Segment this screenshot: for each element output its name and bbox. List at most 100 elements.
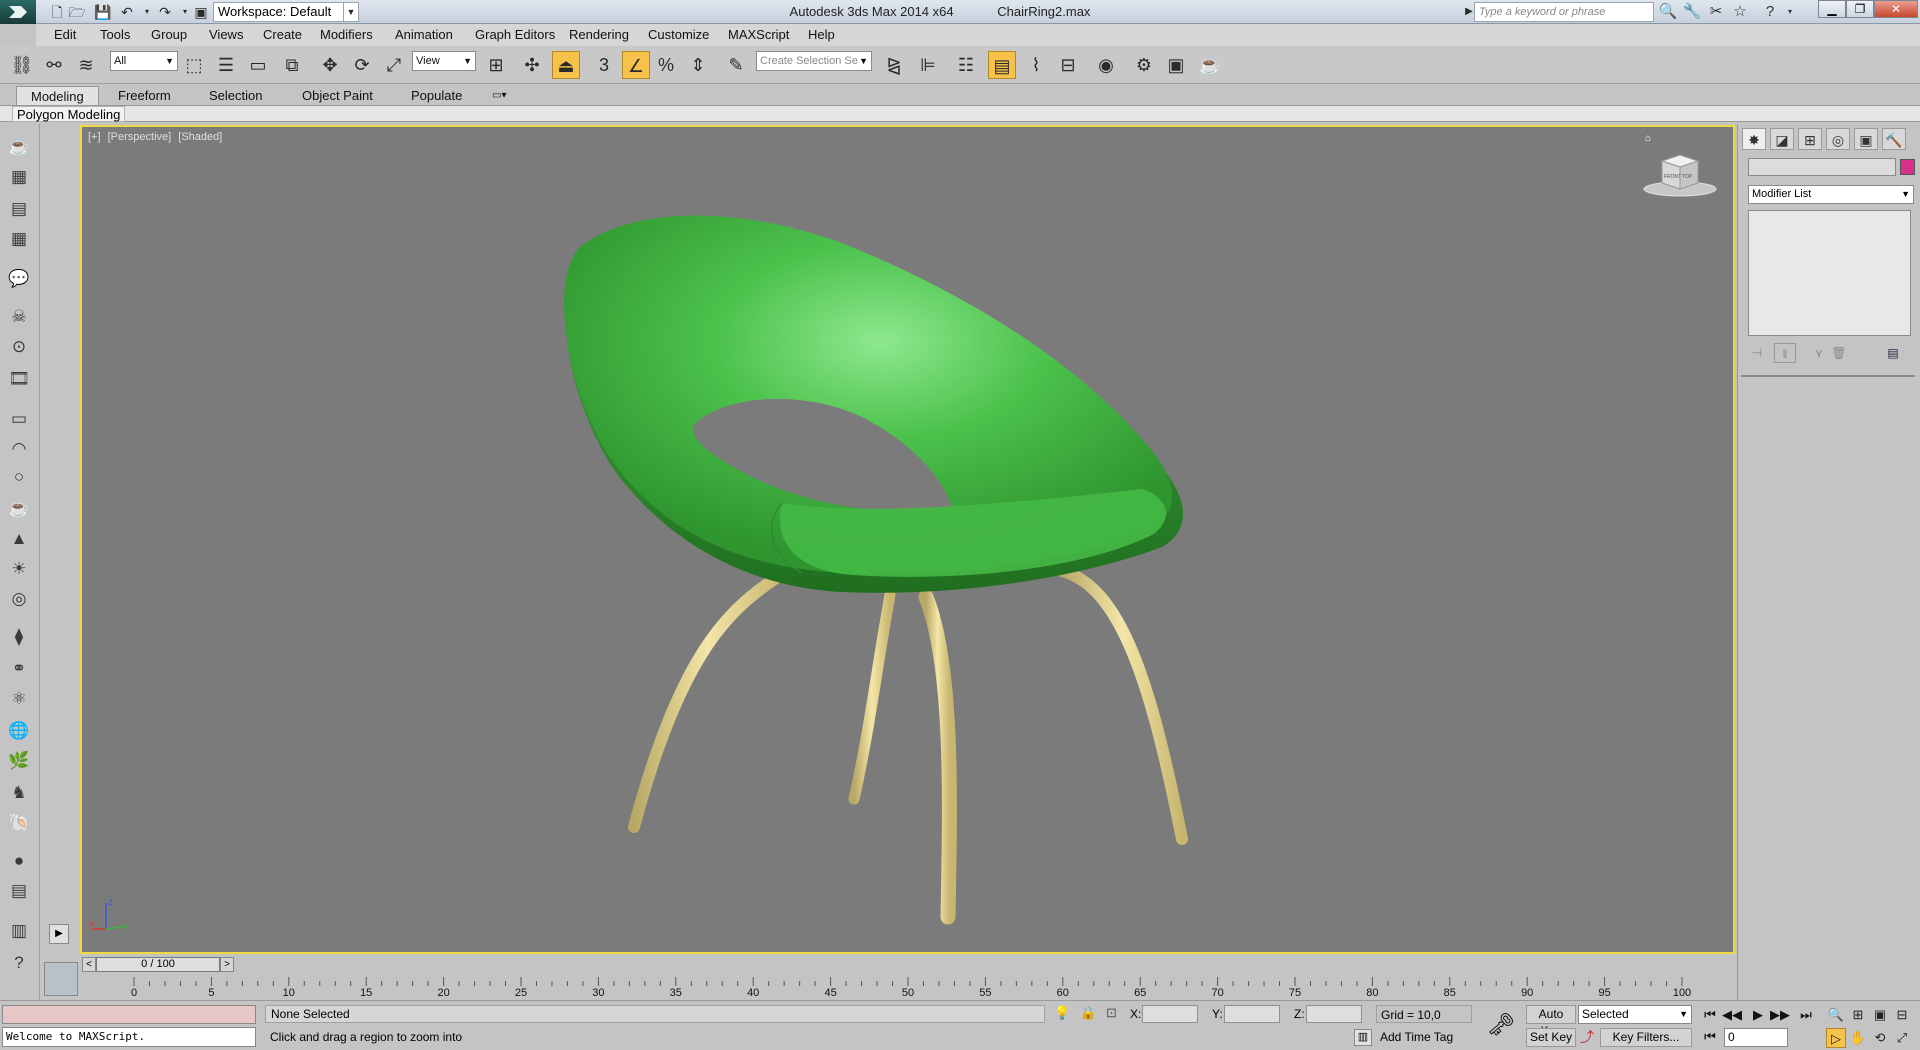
zoom-icon[interactable]: 🔍 <box>1826 1005 1846 1025</box>
maxscript-listener-output[interactable]: Welcome to MAXScript. <box>2 1027 256 1047</box>
minimize-button[interactable]: ▁ <box>1818 0 1846 18</box>
viewport-plus-menu[interactable]: [+] <box>88 131 101 143</box>
next-frame-icon[interactable]: ▶▶ <box>1770 1006 1790 1024</box>
cone-icon[interactable]: ▲ <box>6 526 32 552</box>
viewport-shading-menu[interactable]: [Shaded] <box>178 131 222 143</box>
mirror-icon[interactable]: ⧎ <box>880 51 908 79</box>
film-icon[interactable]: 🎞 <box>6 366 32 392</box>
coord-y-field[interactable] <box>1224 1005 1280 1023</box>
pin-stack-icon[interactable]: ⊣ <box>1746 343 1768 363</box>
select-by-name-icon[interactable]: ☰ <box>212 51 240 79</box>
app-menu-button[interactable] <box>0 0 36 24</box>
ribbon-options-icon[interactable]: ▭▾ <box>478 86 520 105</box>
rendered-frame-window-icon[interactable]: ▣ <box>1162 51 1190 79</box>
modifier-stack[interactable] <box>1748 210 1911 336</box>
viewport-view-menu[interactable]: [Perspective] <box>108 131 172 143</box>
menu-edit[interactable]: Edit <box>54 27 76 42</box>
communication-center-icon[interactable]: ✂ <box>1706 2 1726 22</box>
skeleton-icon[interactable]: ☠ <box>6 304 32 330</box>
add-time-tag-button[interactable]: Add Time Tag <box>1376 1028 1472 1046</box>
new-file-icon[interactable]: 🗋 <box>48 3 66 21</box>
named-selection-input[interactable]: Create Selection Se ▼ <box>756 51 872 71</box>
zoom-region-icon[interactable]: ▷ <box>1826 1028 1846 1048</box>
close-button[interactable]: ✕ <box>1874 0 1918 18</box>
select-manipulate-icon[interactable]: ✣ <box>518 51 546 79</box>
maxscript-listener-input[interactable] <box>2 1005 256 1024</box>
perspective-viewport[interactable]: [+] [Perspective] [Shaded] ⌂ FRONT TOP z… <box>80 125 1735 954</box>
align-icon[interactable]: ⊫ <box>914 51 942 79</box>
maximize-viewport-icon[interactable]: ⤢ <box>1892 1028 1912 1048</box>
menu-maxscript[interactable]: MAXScript <box>728 27 789 42</box>
time-slider[interactable]: < 0 / 100 > <box>80 956 1735 973</box>
set-key-button[interactable]: Set Key <box>1526 1028 1576 1047</box>
molecule-icon[interactable]: ⚭ <box>6 656 32 682</box>
go-to-start-icon[interactable]: ⏮ <box>1700 1006 1720 1024</box>
redo-icon[interactable]: ↷ <box>156 3 174 21</box>
zoom-extents-all-icon[interactable]: ⊟ <box>1892 1005 1912 1025</box>
render-production-icon[interactable]: ☕ <box>1196 51 1224 79</box>
search-input[interactable]: Type a keyword or phrase <box>1474 2 1654 22</box>
open-file-icon[interactable]: 🗁 <box>68 3 86 21</box>
binoculars-icon[interactable]: 🔍 <box>1658 2 1678 22</box>
select-move-icon[interactable]: ✥ <box>316 51 344 79</box>
bind-space-warp-icon[interactable]: ≋ <box>72 51 100 79</box>
schematic-view-icon[interactable]: ⊟ <box>1054 51 1082 79</box>
atom-icon[interactable]: ⚛ <box>6 686 32 712</box>
menu-animation[interactable]: Animation <box>395 27 453 42</box>
tab-populate[interactable]: Populate <box>397 86 476 105</box>
workspace-select[interactable]: Workspace: Default ▼ <box>213 2 359 22</box>
ball-icon[interactable]: ● <box>6 848 32 874</box>
undo-icon[interactable]: ↶ <box>118 3 136 21</box>
save-file-icon[interactable]: 💾 <box>94 3 112 21</box>
help-circle-icon[interactable]: ? <box>6 950 32 976</box>
modifier-list-select[interactable]: Modifier List ▼ <box>1748 185 1914 204</box>
zoom-all-icon[interactable]: ⊞ <box>1848 1005 1868 1025</box>
time-slider-prev-button[interactable]: < <box>82 957 96 972</box>
subscription-icon[interactable]: 🔧 <box>1682 2 1702 22</box>
expand-panel-button[interactable]: ▶ <box>49 924 69 944</box>
modify-tab-icon[interactable]: ◪ <box>1770 128 1794 150</box>
keyboard-shortcut-override-icon[interactable]: ⏏ <box>552 51 580 79</box>
display-tab-icon[interactable]: ▣ <box>1854 128 1878 150</box>
menu-rendering[interactable]: Rendering <box>569 27 629 42</box>
scene-explorer-icon[interactable]: ▤ <box>988 51 1016 79</box>
render-icon[interactable]: ▦ <box>6 164 32 190</box>
angle-snap-toggle-icon[interactable]: ∠ <box>622 51 650 79</box>
object-name-field[interactable] <box>1748 158 1896 176</box>
teapot-icon[interactable]: ☕ <box>6 134 32 160</box>
tab-object-paint[interactable]: Object Paint <box>288 86 387 105</box>
track-bar[interactable]: 0 5 10 15 20 25 30 35 40 45 50 55 60 65 70 75 80 85 90 95 10… <box>80 973 1735 1000</box>
time-tag-icon[interactable]: ▥ <box>1354 1029 1372 1046</box>
motion-tab-icon[interactable]: ◎ <box>1826 128 1850 150</box>
key-filters-button[interactable]: Key Filters... <box>1600 1028 1692 1047</box>
favorites-star-icon[interactable]: ☆ <box>1730 2 1750 22</box>
teapot-object-icon[interactable]: ☕ <box>6 496 32 522</box>
menu-modifiers[interactable]: Modifiers <box>320 27 373 42</box>
chair-model[interactable] <box>82 127 1735 954</box>
edit-named-selection-icon[interactable]: ✎ <box>722 51 750 79</box>
selection-filter-select[interactable]: All ▼ <box>110 51 178 71</box>
utilities-tab-icon[interactable]: 🔨 <box>1882 128 1906 150</box>
absolute-mode-icon[interactable]: ⊡ <box>1106 1005 1117 1021</box>
viewport-label[interactable]: [+] [Perspective] [Shaded] <box>88 131 226 143</box>
globe-icon[interactable]: 🌐 <box>6 718 32 744</box>
helper-icon[interactable]: ⧫ <box>6 624 32 650</box>
show-end-result-icon[interactable]: ‖ <box>1774 343 1796 363</box>
coord-z-field[interactable] <box>1306 1005 1362 1023</box>
menu-group[interactable]: Group <box>151 27 187 42</box>
torus-icon[interactable]: ◎ <box>6 586 32 612</box>
select-rotate-icon[interactable]: ⟳ <box>348 51 376 79</box>
camera-icon[interactable]: ⊙ <box>6 334 32 360</box>
polygon-modeling-panel[interactable]: Polygon Modeling <box>12 106 126 122</box>
key-frame-box[interactable] <box>44 962 78 996</box>
selection-lock-icon[interactable]: 🔒 <box>1080 1005 1096 1021</box>
time-slider-thumb[interactable]: 0 / 100 <box>96 957 220 972</box>
menu-graph-editors[interactable]: Graph Editors <box>475 27 555 42</box>
reference-coord-select[interactable]: View ▼ <box>412 51 476 71</box>
sun-icon[interactable]: ☀ <box>6 556 32 582</box>
configure-sets-icon[interactable]: ▤ <box>1882 343 1904 363</box>
remove-modifier-icon[interactable]: 🗑 <box>1828 343 1850 363</box>
play-icon[interactable]: ▶ <box>1748 1006 1768 1024</box>
link-icon[interactable]: ⛓ <box>8 51 36 79</box>
snaps-toggle-icon[interactable]: 3 <box>590 51 618 79</box>
